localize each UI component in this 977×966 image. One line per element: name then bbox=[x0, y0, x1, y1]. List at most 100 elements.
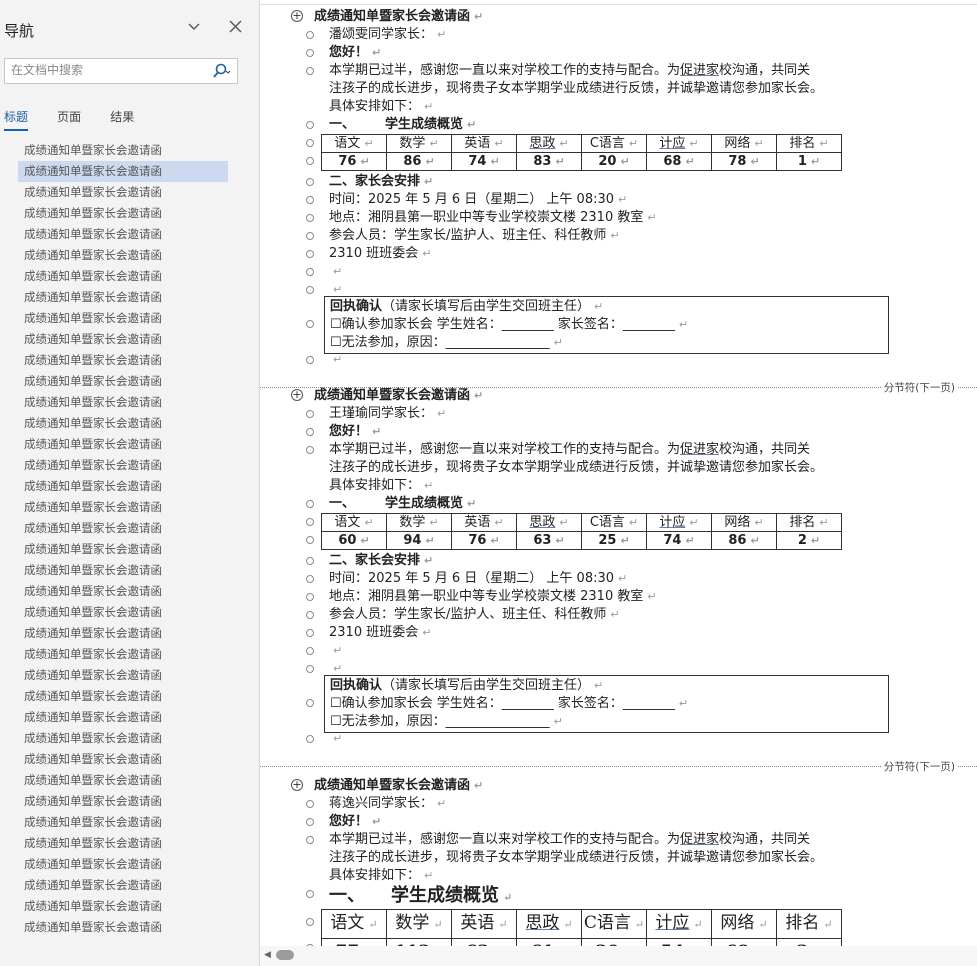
nav-heading-item[interactable]: 成绩通知单暨家长会邀请函 bbox=[18, 455, 228, 476]
score-header-cell: C语言 ↵ bbox=[581, 909, 647, 939]
section-heading: 一、 学生成绩概览 ↵ bbox=[329, 885, 512, 909]
scroll-left-icon[interactable]: ◀ bbox=[264, 950, 271, 960]
nav-heading-item[interactable]: 成绩通知单暨家长会邀请函 bbox=[18, 476, 228, 497]
paragraph-mark: ↵ bbox=[424, 869, 434, 882]
nav-heading-item[interactable]: 成绩通知单暨家长会邀请函 bbox=[18, 896, 228, 917]
nav-heading-item[interactable]: 成绩通知单暨家长会邀请函 bbox=[18, 644, 228, 665]
receipt-attend[interactable]: ☐确认参加家长会 学生姓名：________ 家长签名：________ ↵ bbox=[330, 695, 688, 712]
search-input[interactable] bbox=[5, 59, 206, 81]
score-value-cell: 1 ↵ bbox=[776, 152, 842, 171]
expand-icon[interactable]: + bbox=[291, 10, 303, 22]
expand-icon[interactable]: + bbox=[291, 779, 303, 791]
nav-heading-item[interactable]: 成绩通知单暨家长会邀请函 bbox=[18, 560, 228, 581]
paragraph-mark: ↵ bbox=[422, 626, 432, 639]
receipt-attend[interactable]: ☐确认参加家长会 学生姓名：________ 家长签名：________ ↵ bbox=[330, 316, 688, 333]
score-value: 2 bbox=[797, 533, 807, 548]
nav-heading-item[interactable]: 成绩通知单暨家长会邀请函 bbox=[18, 833, 228, 854]
score-value-cell: 2 ↵ bbox=[776, 531, 842, 550]
tab-results[interactable]: 结果 bbox=[110, 108, 134, 129]
close-icon[interactable] bbox=[225, 18, 245, 38]
paragraph-mark: ↵ bbox=[685, 155, 695, 168]
score-value-cell: 61↵ bbox=[516, 938, 582, 946]
nav-heading-item[interactable]: 成绩通知单暨家长会邀请函 bbox=[18, 854, 228, 875]
nav-heading-item[interactable]: 成绩通知单暨家长会邀请函 bbox=[18, 497, 228, 518]
receipt-absent-text: ☐无法参加，原因：________________ bbox=[330, 335, 550, 350]
nav-heading-item[interactable]: 成绩通知单暨家长会邀请函 bbox=[18, 350, 228, 371]
nav-heading-item[interactable]: 成绩通知单暨家长会邀请函 bbox=[18, 770, 228, 791]
nav-heading-item[interactable]: 成绩通知单暨家长会邀请函 bbox=[18, 686, 228, 707]
paragraph-mark: ↵ bbox=[333, 644, 343, 657]
meeting-time-text: 时间：2025 年 5 月 6 日（星期二） 上午 08:30 bbox=[329, 571, 615, 586]
paragraph-mark: ↵ bbox=[628, 137, 639, 150]
nav-heading-item[interactable]: 成绩通知单暨家长会邀请函 bbox=[18, 434, 228, 455]
paragraph-mark: ↵ bbox=[424, 175, 434, 188]
score-value-cell: 76 ↵ bbox=[451, 531, 517, 550]
nav-heading-item[interactable]: 成绩通知单暨家长会邀请函 bbox=[18, 791, 228, 812]
paragraph-mark: ↵ bbox=[333, 353, 343, 366]
nav-heading-item[interactable]: 成绩通知单暨家长会邀请函 bbox=[18, 812, 228, 833]
score-header-cell: 排名 ↵ bbox=[776, 513, 842, 532]
receipt-absent[interactable]: ☐无法参加，原因：________________ ↵ bbox=[330, 713, 563, 730]
tab-headings[interactable]: 标题 bbox=[4, 108, 29, 131]
score-header-cell: 思政 ↵ bbox=[516, 134, 582, 153]
nav-heading-item[interactable]: 成绩通知单暨家长会邀请函 bbox=[18, 245, 228, 266]
nav-heading-item[interactable]: 成绩通知单暨家长会邀请函 bbox=[18, 602, 228, 623]
nav-heading-item[interactable]: 成绩通知单暨家长会邀请函 bbox=[18, 392, 228, 413]
nav-heading-item[interactable]: 成绩通知单暨家长会邀请函 bbox=[18, 182, 228, 203]
score-value-cell: 76 ↵ bbox=[321, 152, 387, 171]
intro-text: 本学期已过半，感谢您一直以来对学校工作的支持与配合。为 bbox=[329, 63, 681, 78]
nav-heading-item[interactable]: 成绩通知单暨家长会邀请函 bbox=[18, 371, 228, 392]
score-header-cell: 语文 ↵ bbox=[321, 134, 387, 153]
score-header-cell: C语言 ↵ bbox=[581, 134, 647, 153]
nav-heading-item[interactable]: 成绩通知单暨家长会邀请函 bbox=[18, 875, 228, 896]
nav-heading-item[interactable]: 成绩通知单暨家长会邀请函 bbox=[18, 539, 228, 560]
nav-heading-item[interactable]: 成绩通知单暨家长会邀请函 bbox=[18, 308, 228, 329]
nav-heading-item[interactable]: 成绩通知单暨家长会邀请函 bbox=[18, 287, 228, 308]
nav-heading-item[interactable]: 成绩通知单暨家长会邀请函 bbox=[18, 665, 228, 686]
nav-heading-item[interactable]: 成绩通知单暨家长会邀请函 bbox=[18, 623, 228, 644]
nav-heading-item[interactable]: 成绩通知单暨家长会邀请函 bbox=[18, 749, 228, 770]
nav-heading-item[interactable]: 成绩通知单暨家长会邀请函 bbox=[18, 413, 228, 434]
nav-title: 导航 bbox=[4, 22, 35, 40]
paragraph-mark: ↵ bbox=[437, 407, 447, 420]
paragraph-mark: ↵ bbox=[372, 46, 382, 59]
horizontal-scrollbar[interactable]: ◀ bbox=[260, 946, 977, 966]
meeting-place-text: 地点：湘阴县第一职业中等专业学校崇文楼 2310 教室 bbox=[329, 589, 644, 604]
doc-title: 成绩通知单暨家长会邀请函 ↵ bbox=[314, 387, 483, 404]
nav-heading-item[interactable]: 成绩通知单暨家长会邀请函 bbox=[18, 140, 228, 161]
score-value-cell: 20 ↵ bbox=[581, 152, 647, 171]
nav-heading-item[interactable]: 成绩通知单暨家长会邀请函 bbox=[18, 707, 228, 728]
paragraph-mark: ↵ bbox=[678, 697, 689, 710]
nav-heading-item[interactable]: 成绩通知单暨家长会邀请函 bbox=[18, 917, 228, 938]
intro-text: 具体安排如下： bbox=[329, 868, 421, 883]
scroll-thumb[interactable] bbox=[276, 950, 294, 960]
nav-heading-item[interactable]: 成绩通知单暨家长会邀请函 bbox=[18, 161, 228, 182]
search-icon[interactable] bbox=[211, 63, 231, 81]
greeting-text: 您好！ bbox=[329, 814, 369, 829]
paragraph-bullet bbox=[306, 268, 314, 276]
paragraph-bullet bbox=[306, 665, 314, 673]
nav-heading-item[interactable]: 成绩通知单暨家长会邀请函 bbox=[18, 224, 228, 245]
paragraph-mark: ↵ bbox=[634, 918, 645, 931]
expand-icon[interactable]: + bbox=[291, 389, 303, 401]
nav-heading-item[interactable]: 成绩通知单暨家长会邀请函 bbox=[18, 203, 228, 224]
paragraph-mark: ↵ bbox=[758, 918, 768, 931]
nav-heading-item[interactable]: 成绩通知单暨家长会邀请函 bbox=[18, 581, 228, 602]
search-box bbox=[4, 58, 238, 84]
nav-heading-item[interactable]: 成绩通知单暨家长会邀请函 bbox=[18, 728, 228, 749]
section-2-title: 二、家长会安排 ↵ bbox=[329, 552, 433, 569]
paragraph-mark: ↵ bbox=[823, 918, 833, 931]
paragraph-mark: ↵ bbox=[364, 137, 374, 150]
tab-pages[interactable]: 页面 bbox=[57, 108, 81, 129]
paragraph-bullet bbox=[306, 320, 314, 328]
chevron-down-icon[interactable] bbox=[184, 18, 204, 38]
nav-heading-item[interactable]: 成绩通知单暨家长会邀请函 bbox=[18, 329, 228, 350]
nav-heading-item[interactable]: 成绩通知单暨家长会邀请函 bbox=[18, 518, 228, 539]
intro-line: 注孩子的成长进步，现将贵子女本学期学业成绩进行反馈，并诚挚邀请您参加家长会。 bbox=[329, 459, 823, 476]
receipt-absent[interactable]: ☐无法参加，原因：________________ ↵ bbox=[330, 334, 563, 351]
score-value-cell: 113↵ bbox=[386, 938, 452, 946]
intro-line: 注孩子的成长进步，现将贵子女本学期学业成绩进行反馈，并诚挚邀请您参加家长会。 bbox=[329, 849, 823, 866]
intro-text: 具体安排如下： bbox=[329, 478, 421, 493]
paragraph-mark: ↵ bbox=[467, 497, 477, 510]
nav-heading-item[interactable]: 成绩通知单暨家长会邀请函 bbox=[18, 266, 228, 287]
